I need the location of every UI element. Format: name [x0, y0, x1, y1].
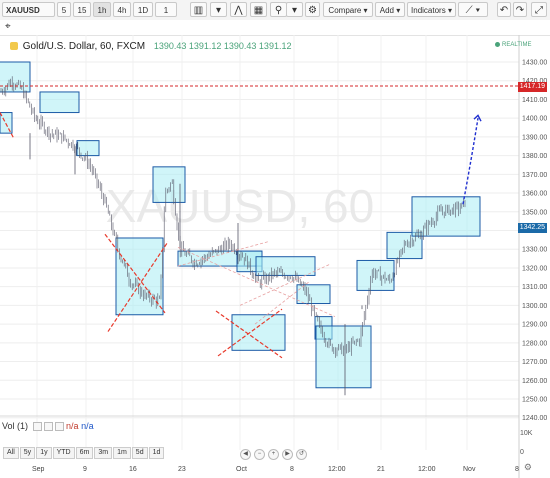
resistance-price-tag: 1417.19 — [517, 82, 547, 92]
price-axis-label: 1390.00 — [522, 134, 547, 141]
scroll-left-icon[interactable]: ◀ — [240, 449, 251, 460]
annotation-box — [231, 314, 286, 351]
price-axis-label: 1280.00 — [522, 340, 547, 347]
time-label: 23 — [178, 466, 186, 473]
time-label: 12:00 — [328, 466, 346, 473]
compare-button[interactable]: Compare ▾ — [323, 2, 373, 17]
price-axis-label: 1240.00 — [522, 415, 547, 422]
time-label: 12:00 — [418, 466, 436, 473]
chart-legend: Gold/U.S. Dollar, 60, FXCM 1390.43 1391.… — [10, 41, 291, 52]
price-axis-label: 1310.00 — [522, 284, 547, 291]
price-axis: 1430.001420.001410.001400.001390.001380.… — [518, 35, 547, 478]
indicator-icon[interactable]: ⋀ — [230, 2, 247, 17]
axis-settings-icon[interactable]: ⚙ — [524, 462, 532, 473]
drawings-icon[interactable]: ⟋ ▾ — [458, 2, 488, 17]
price-axis-label: 1270.00 — [522, 359, 547, 366]
range-ytd[interactable]: YTD — [52, 447, 75, 459]
price-axis-label: 1300.00 — [522, 303, 547, 310]
price-axis-label: 1330.00 — [522, 247, 547, 254]
zoom-out-icon[interactable]: − — [254, 449, 265, 460]
interval-1d[interactable]: 1D — [133, 2, 153, 17]
annotation-box — [39, 91, 80, 114]
time-axis: Sep 9 16 23 Oct 8 12:00 21 12:00 Nov 8 — [0, 462, 520, 478]
chart-type-dropdown-icon[interactable]: ▾ — [210, 2, 227, 17]
price-axis-label: 1260.00 — [522, 378, 547, 385]
time-label: Nov — [463, 466, 476, 473]
replay-icon[interactable]: ▾ — [286, 2, 303, 17]
volume-axis-0: 0 — [520, 449, 524, 456]
undo-icon[interactable]: ↶ — [497, 2, 511, 17]
volume-close-icon[interactable] — [54, 422, 64, 432]
zoom-in-icon[interactable]: + — [268, 449, 279, 460]
range-5y[interactable]: 5y — [19, 447, 36, 459]
time-label: Sep — [32, 466, 45, 473]
range-1d[interactable]: 1d — [148, 447, 165, 459]
reset-icon[interactable]: ↺ — [296, 449, 307, 460]
symbol-input[interactable]: XAUUSD — [2, 2, 55, 17]
range-6m[interactable]: 6m — [75, 447, 94, 459]
legend-ohlc: 1390.43 1391.12 1390.43 1391.12 — [153, 41, 292, 51]
time-label: 16 — [129, 466, 137, 473]
time-label: 8 — [515, 466, 519, 473]
volume-label: Vol (1) — [2, 421, 29, 431]
symbol-color-icon — [10, 42, 18, 51]
legend-title: Gold/U.S. Dollar, 60, FXCM — [22, 41, 146, 52]
volume-legend: Vol (1) n/a n/a — [2, 421, 94, 432]
top-toolbar: XAUUSD 5 15 1h 4h 1D 1 ▥ ▾ ⋀ ▦ ⚲ ▾ ⚙ Com… — [0, 0, 550, 21]
realtime-badge: REALTIME — [495, 42, 532, 48]
annotation-box — [411, 196, 481, 237]
volume-settings-icon[interactable] — [43, 422, 53, 432]
add-button[interactable]: Add ▾ — [375, 2, 405, 17]
interval-4h[interactable]: 4h — [113, 2, 131, 17]
symbol-watermark: XAUUSD, 60 — [106, 180, 374, 232]
scroll-right-icon[interactable]: ▶ — [282, 449, 293, 460]
price-axis-label: 1410.00 — [522, 97, 547, 104]
range-5d[interactable]: 5d — [131, 447, 148, 459]
range-buttons: All 5y 1y YTD 6m 3m 1m 5d 1d — [3, 446, 165, 459]
realtime-dot-icon — [495, 42, 500, 47]
interval-15m[interactable]: 15 — [73, 2, 91, 17]
bar-style-icon[interactable]: ▥ — [190, 2, 207, 17]
price-axis-label: 1360.00 — [522, 191, 547, 198]
price-axis-label: 1370.00 — [522, 172, 547, 179]
range-3m[interactable]: 3m — [94, 447, 113, 459]
price-axis-label: 1250.00 — [522, 397, 547, 404]
chart-navigation: ◀ − + ▶ ↺ — [240, 447, 310, 460]
alert-icon[interactable]: ⚲ — [270, 2, 287, 17]
interval-1h[interactable]: 1h — [93, 2, 111, 17]
volume-hide-icon[interactable] — [32, 422, 42, 432]
redo-icon[interactable]: ↷ — [513, 2, 527, 17]
time-label: Oct — [236, 466, 247, 473]
fullscreen-icon[interactable]: ⤢ — [531, 2, 547, 17]
drawing-toolbar: ⌖ — [0, 20, 550, 36]
time-label: 9 — [83, 466, 87, 473]
volume-value-2: n/a — [81, 421, 94, 431]
price-axis-label: 1320.00 — [522, 265, 547, 272]
annotation-box — [76, 140, 100, 157]
time-label: 21 — [377, 466, 385, 473]
price-axis-label: 1350.00 — [522, 209, 547, 216]
templates-icon[interactable]: ▦ — [250, 2, 267, 17]
volume-axis-10k: 10K — [520, 430, 533, 437]
price-axis-label: 1290.00 — [522, 322, 547, 329]
volume-value-1: n/a — [66, 421, 79, 431]
annotation-box — [296, 284, 331, 305]
range-all[interactable]: All — [3, 447, 19, 459]
range-1y[interactable]: 1y — [36, 447, 52, 459]
price-chart[interactable]: XAUUSD, 60 1430.001420.001410.001400.001… — [0, 35, 550, 478]
current-price-tag: 1342.25 — [517, 223, 547, 233]
projection-arrow — [462, 118, 479, 205]
price-axis-label: 1380.00 — [522, 153, 547, 160]
interval-5m[interactable]: 5 — [57, 2, 71, 17]
price-axis-label: 1400.00 — [522, 116, 547, 123]
interval-dropdown[interactable]: 1 — [155, 2, 177, 17]
time-label: 8 — [290, 466, 294, 473]
price-axis-label: 1430.00 — [522, 60, 547, 67]
crosshair-icon[interactable]: ⌖ — [5, 21, 11, 32]
settings-gear-icon[interactable]: ⚙ — [305, 2, 320, 17]
indicators-button[interactable]: Indicators ▾ — [407, 2, 456, 17]
range-1m[interactable]: 1m — [113, 447, 131, 459]
